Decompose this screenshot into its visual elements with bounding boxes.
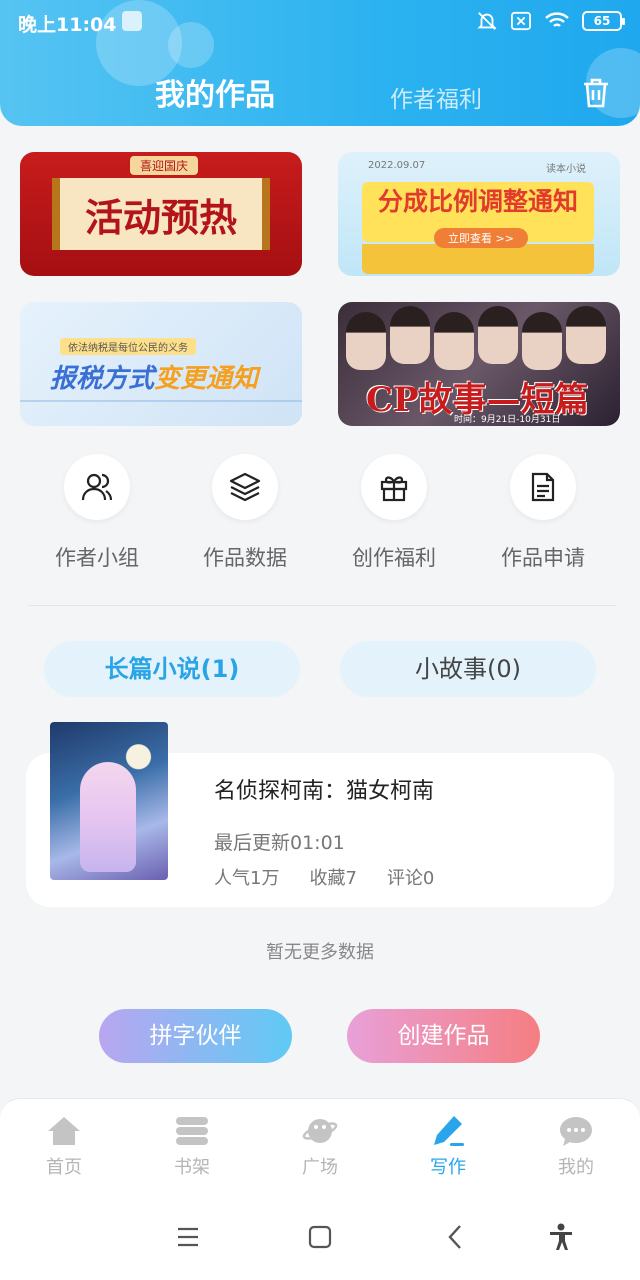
banner-title: 报税方式变更通知 (50, 358, 258, 395)
status-icons: 65 (476, 10, 625, 32)
nav-label: 我的 (558, 1157, 594, 1178)
nav-label: 广场 (302, 1157, 338, 1178)
quick-link-circle (64, 454, 130, 520)
book-title[interactable]: 名侦探柯南：猫女柯南 (214, 773, 434, 805)
header: 晚上11:04 65 我的作品 作者福利 (0, 0, 640, 126)
home-square-icon[interactable] (305, 1222, 335, 1252)
book-stats: 人气1万 收藏7 评论0 (214, 864, 434, 890)
quick-link-label: 作者小组 (55, 546, 139, 570)
quick-link-label: 创作福利 (352, 546, 436, 570)
nav-label: 首页 (46, 1157, 82, 1178)
nav-item-mine[interactable]: 我的 (512, 1113, 640, 1179)
character-portrait (346, 312, 386, 370)
character-portrait (434, 312, 474, 370)
banner-title-part1: 报税方式 (50, 364, 155, 394)
banner-subtitle: 依法纳税是每位公民的义务 (60, 338, 196, 355)
nav-item-square[interactable]: 广场 (256, 1113, 384, 1179)
planet-icon (302, 1119, 338, 1143)
banner-decor-line (20, 400, 302, 402)
banner-view-button[interactable]: 立即查看 >> (434, 228, 528, 248)
section-divider (28, 605, 616, 606)
group-icon (81, 473, 113, 501)
mute-bell-icon (477, 12, 497, 30)
character-portrait (390, 306, 430, 364)
nav-label: 写作 (430, 1157, 466, 1178)
quick-link-circle (361, 454, 427, 520)
tab-my-works[interactable]: 我的作品 (155, 70, 275, 114)
quick-link-circle (510, 454, 576, 520)
book-last-updated: 最后更新01:01 (214, 832, 345, 854)
quick-link-work-application[interactable]: 作品申请 (483, 454, 603, 572)
quick-link-label: 作品申请 (501, 546, 585, 570)
menu-icon[interactable] (173, 1222, 203, 1252)
tab-short-stories[interactable]: 小故事(0) (340, 641, 596, 697)
battery-indicator: 65 (582, 11, 625, 31)
bottom-nav: 首页 书架 广场 写作 我的 (0, 1098, 640, 1196)
envelope-decor (362, 244, 594, 274)
quick-link-circle (212, 454, 278, 520)
app-notification-icon (122, 11, 142, 31)
layers-icon (229, 472, 261, 502)
banner-ribbon: 喜迎国庆 (130, 156, 199, 175)
banner-title: 活动预热 (52, 178, 270, 250)
book-cover-image[interactable] (50, 722, 168, 880)
cover-illustration (80, 762, 136, 872)
banner-title-part2: 变更通知 (154, 364, 259, 394)
nav-label: 书架 (174, 1157, 210, 1178)
tab-long-novels[interactable]: 长篇小说(1) (44, 641, 300, 697)
book-favorites: 收藏7 (309, 868, 357, 889)
banner-activity-preview[interactable]: 喜迎国庆 活动预热 (20, 152, 302, 276)
quick-link-author-group[interactable]: 作者小组 (37, 454, 157, 572)
banner-tax-notice[interactable]: 依法纳税是每位公民的义务 报税方式变更通知 (20, 302, 302, 426)
banner-date: 时间：9月21日-10月31日 (454, 415, 561, 425)
quick-link-creation-welfare[interactable]: 创作福利 (334, 454, 454, 572)
quick-link-label: 作品数据 (203, 546, 287, 570)
back-icon[interactable] (440, 1222, 470, 1252)
writing-partner-button[interactable]: 拼字伙伴 (99, 1009, 292, 1063)
wifi-icon (545, 12, 569, 27)
banner-brand: 读本小说 (546, 164, 586, 175)
banner-revenue-notice[interactable]: 2022.09.07 读本小说 分成比例调整通知 立即查看 >> (338, 152, 620, 276)
character-portrait (522, 312, 562, 370)
chat-bubble-icon (560, 1117, 592, 1146)
book-comments: 评论0 (386, 868, 435, 889)
character-portrait (566, 306, 606, 364)
quick-link-work-data[interactable]: 作品数据 (185, 454, 305, 572)
system-nav-bar (0, 1196, 640, 1280)
trash-icon[interactable] (580, 76, 612, 110)
pen-icon (434, 1116, 464, 1146)
status-time: 晚上11:04 (18, 14, 117, 36)
character-portrait (478, 306, 518, 364)
nav-item-bookshelf[interactable]: 书架 (128, 1113, 256, 1179)
banner-cp-story-contest[interactable]: CP故事—短篇征文 时间：9月21日-10月31日 (338, 302, 620, 426)
bookshelf-icon (176, 1117, 208, 1145)
no-more-data-hint: 暂无更多数据 (266, 942, 374, 963)
tab-author-welfare[interactable]: 作者福利 (390, 80, 482, 114)
create-work-button[interactable]: 创建作品 (347, 1009, 540, 1063)
book-popularity: 人气1万 (214, 868, 280, 889)
document-icon (531, 472, 555, 502)
nav-item-home[interactable]: 首页 (0, 1113, 128, 1179)
banner-date: 2022.09.07 (368, 160, 426, 171)
accessibility-icon[interactable] (546, 1222, 576, 1252)
gift-icon (380, 476, 408, 502)
sim-off-icon (511, 11, 531, 31)
home-icon (48, 1117, 80, 1145)
nav-item-write[interactable]: 写作 (384, 1113, 512, 1179)
status-bar: 晚上11:04 65 (18, 8, 625, 36)
